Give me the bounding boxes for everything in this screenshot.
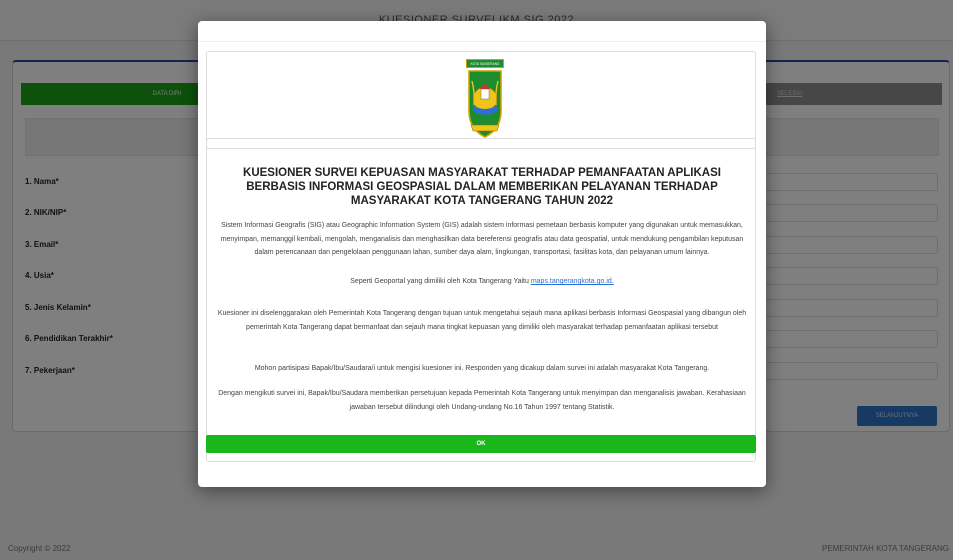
logo-panel: KOTA TANGERANG bbox=[206, 51, 756, 149]
paragraph-participation: Mohon partisipasi Bapak/Ibu/Saudara/i un… bbox=[254, 365, 710, 372]
kota-tangerang-logo: KOTA TANGERANG bbox=[465, 59, 505, 143]
ok-button[interactable]: OK bbox=[206, 435, 756, 453]
survey-heading: KUESIONER SURVEI KEPUASAN MASYARAKAT TER… bbox=[243, 167, 721, 207]
intro-content: KUESIONER SURVEI KEPUASAN MASYARAKAT TER… bbox=[206, 138, 756, 462]
crest-icon bbox=[468, 70, 502, 138]
intro-modal: KOTA TANGERANG KUESIONER SURVEI KEPUASAN… bbox=[198, 21, 766, 487]
paragraph-geoportal: Seperti Geoportal yang dimiliki oleh Kot… bbox=[213, 275, 751, 289]
modal-top bbox=[198, 21, 766, 42]
paragraph-sig: Sistem Informasi Geografis (SIG) atau Ge… bbox=[220, 222, 744, 256]
paragraph-consent: Dengan mengikuti survei ini, Bapak/Ibu/S… bbox=[218, 390, 746, 411]
paragraph-purpose: Kuesioner ini diselenggarakan oleh Pemer… bbox=[217, 310, 747, 331]
geoportal-text: Seperti Geoportal yang dimiliki oleh Kot… bbox=[350, 278, 531, 285]
geoportal-link[interactable]: maps.tangerangkota.go.id. bbox=[531, 278, 614, 285]
